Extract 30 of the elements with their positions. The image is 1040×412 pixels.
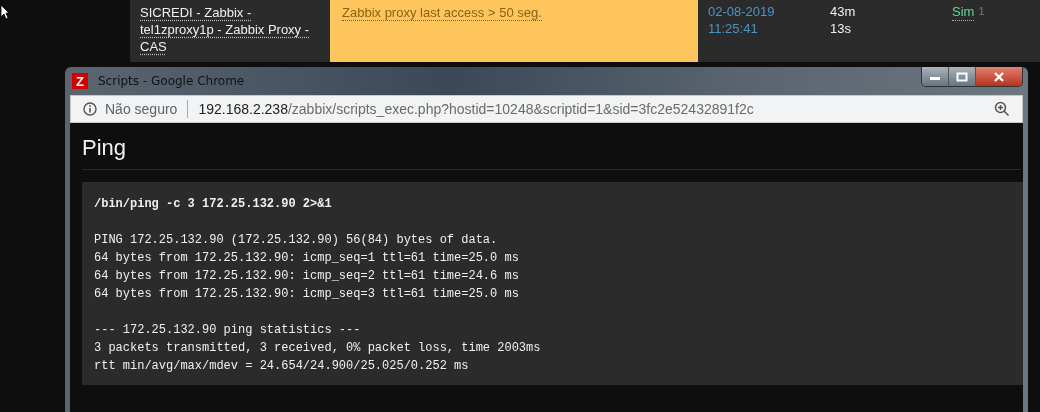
host-link[interactable]: SICREDI - Zabbix - tel1zproxy1p - Zabbix Proxy - CAS [140, 4, 320, 55]
output-line: 64 bytes from 172.25.132.90: icmp_seq=1 ttl=61 time=25.0 ms [94, 250, 520, 267]
info-icon [83, 102, 97, 116]
problem-link[interactable]: Zabbix proxy last access > 50 seg. [342, 5, 542, 21]
security-label: Não seguro [105, 101, 178, 117]
time-link[interactable]: 02-08-2019 [708, 3, 810, 20]
output-line: rtt min/avg/max/mdev = 24.654/24.900/25.025/0.252 ms [94, 358, 470, 375]
ack-link[interactable]: Sim [952, 3, 975, 21]
output-line: 3 packets transmitted, 3 received, 0% packet loss, time 2003ms [94, 340, 542, 357]
window-title: Scripts - Google Chrome [97, 74, 246, 88]
time-link[interactable]: 11:25:41 [708, 20, 810, 37]
cursor-icon [0, 4, 10, 20]
ack-count: 1 [978, 4, 985, 19]
duration-text: 13s [830, 20, 852, 37]
minimize-button[interactable] [922, 67, 949, 86]
output-line: 64 bytes from 172.25.132.90: icmp_seq=2 ttl=61 time=24.6 ms [94, 268, 520, 285]
duration-text: 43m [830, 3, 857, 20]
output-line: --- 172.25.132.90 ping statistics --- [94, 322, 362, 339]
url-text: 192.168.2.238/zabbix/scripts_exec.php?hostid=10248&scriptid=1&sid=3fc2e52432891f2c [198, 101, 754, 117]
zoom-icon[interactable] [994, 101, 1010, 117]
address-bar[interactable]: Não seguro 192.168.2.238/zabbix/scripts_exec.php?hostid=10248&scriptid=1&sid=3fc2e52432891f2c [70, 95, 1023, 123]
maximize-button[interactable] [949, 67, 976, 86]
output-line: 64 bytes from 172.25.132.90: icmp_seq=3 ttl=61 time=25.0 ms [94, 286, 520, 303]
maximize-icon [956, 71, 968, 82]
close-button[interactable] [976, 67, 1022, 86]
page-heading: Ping [82, 123, 1021, 170]
command-text: /bin/ping -c 3 172.25.132.90 2>&1 [94, 196, 333, 213]
close-icon [993, 71, 1005, 82]
output-line: PING 172.25.132.90 (172.25.132.90) 56(84) bytes of data. [94, 232, 499, 249]
app-icon: Z [72, 73, 88, 89]
